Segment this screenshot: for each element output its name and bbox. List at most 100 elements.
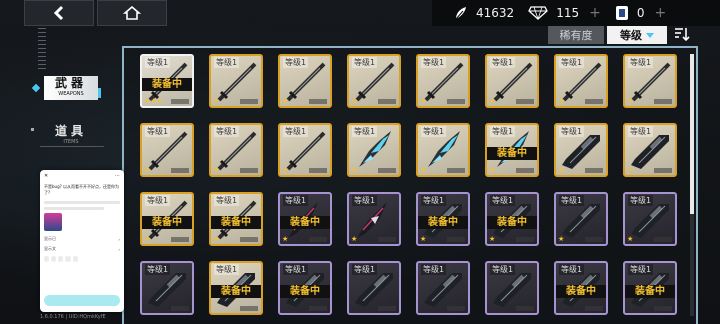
equipped-badge: 装备中 — [418, 216, 468, 229]
weapon-card[interactable]: 等级1 ★ — [278, 54, 332, 108]
weapon-card[interactable]: 等级1 — [416, 261, 470, 315]
weapon-watermark — [447, 306, 465, 311]
weapon-card[interactable]: 等级1 装备中 ★ — [140, 192, 194, 246]
tab-dot — [31, 128, 34, 131]
weapon-card[interactable]: 等级1 装备中 — [278, 261, 332, 315]
weapon-level: 等级1 — [559, 126, 585, 137]
weapon-card[interactable]: 等级1 ★ — [347, 192, 401, 246]
star-rating: ★ — [351, 97, 358, 105]
weapon-level: 等级1 — [421, 126, 447, 137]
weapon-card[interactable]: 等级1 装备中 ★ — [485, 123, 539, 177]
add-ticket-button[interactable]: + — [654, 5, 666, 21]
star-rating: ★ — [420, 97, 427, 105]
popup-footer-row[interactable]: 显示文 › — [40, 244, 124, 254]
weapon-watermark — [309, 168, 327, 173]
sort-rarity-button[interactable]: 稀有度 — [548, 26, 604, 44]
weapon-watermark — [447, 237, 465, 242]
home-icon — [123, 5, 141, 20]
feather-icon — [455, 7, 466, 20]
weapon-card[interactable]: 等级1 装备中 ★ — [485, 192, 539, 246]
weapon-card[interactable]: 等级1 装备中 — [623, 261, 677, 315]
tab-items[interactable]: 道具 ITEMS — [44, 124, 98, 146]
weapon-card[interactable]: 等级1 ★ — [416, 123, 470, 177]
tab-weapons-accent — [98, 88, 101, 98]
popup-option-row[interactable]: 显示已 › — [40, 234, 124, 244]
star-rating: ★ — [213, 235, 220, 243]
popup-footer-label: 显示文 — [44, 246, 56, 251]
popup-image — [44, 213, 62, 231]
tab-weapons-sublabel: WEAPONS — [58, 91, 84, 97]
weapon-card[interactable]: 等级1 装备中 ★★★ — [140, 54, 194, 108]
weapon-card[interactable]: 等级1 ★ — [554, 54, 608, 108]
popup-tag[interactable]: · — [51, 256, 57, 262]
sort-level-button[interactable]: 等级 — [607, 26, 667, 44]
weapon-card[interactable]: 等级1 装备中 ★ — [209, 192, 263, 246]
weapon-level: 等级1 — [283, 126, 309, 137]
scrollbar-thumb[interactable] — [690, 54, 694, 214]
weapon-card[interactable]: 等级1 ★ — [416, 54, 470, 108]
weapon-watermark — [447, 168, 465, 173]
tab-weapons[interactable]: 武器 WEAPONS — [44, 76, 98, 100]
weapon-card[interactable]: 等级1 ★ — [623, 123, 677, 177]
weapon-card[interactable]: 等级1 — [485, 261, 539, 315]
weapon-card[interactable]: 等级1 ★ — [554, 192, 608, 246]
equipped-badge: 装备中 — [487, 216, 537, 229]
weapon-card[interactable]: 等级1 ★ — [209, 54, 263, 108]
weapon-watermark — [240, 306, 258, 311]
weapon-level: 等级1 — [490, 57, 516, 68]
weapon-watermark — [516, 306, 534, 311]
weapon-card[interactable]: 等级1 ★ — [140, 123, 194, 177]
home-button[interactable] — [97, 0, 167, 26]
weapon-card[interactable]: 等级1 ★ — [278, 123, 332, 177]
feedback-popup: ✕ ⋯ 不是bug? 以从而看不开不好点，还是你为了? 显示已 › 显示文 › … — [40, 170, 124, 312]
weapon-level: 等级1 — [145, 126, 171, 137]
weapon-level: 等级1 — [283, 57, 309, 68]
popup-tag[interactable]: · — [72, 256, 78, 262]
weapon-card[interactable]: 等级1 ★ — [554, 123, 608, 177]
back-button[interactable] — [24, 0, 94, 26]
weapon-card[interactable]: 等级1 装备中 ★ — [416, 192, 470, 246]
weapon-watermark — [585, 306, 603, 311]
add-diamond-button[interactable]: + — [589, 5, 601, 21]
weapon-card[interactable]: 等级1 ★ — [623, 192, 677, 246]
chevron-right-icon: › — [118, 236, 120, 242]
weapon-level: 等级1 — [145, 195, 171, 206]
resource-diamond: 115 + — [528, 5, 601, 21]
star-rating: ★ — [282, 166, 289, 174]
resource-feather: 41632 — [454, 6, 514, 20]
dropdown-triangle-icon — [646, 32, 654, 38]
popup-tag[interactable]: · — [44, 256, 50, 262]
star-rating: ★ — [627, 166, 634, 174]
weapon-card[interactable]: 等级1 装备中 — [554, 261, 608, 315]
weapon-card[interactable]: 等级1 装备中 — [209, 261, 263, 315]
weapon-card[interactable]: 等级1 ★ — [347, 123, 401, 177]
star-rating: ★ — [351, 166, 358, 174]
weapon-card[interactable]: 等级1 ★ — [623, 54, 677, 108]
sort-level-label: 等级 — [620, 29, 642, 42]
popup-tag[interactable]: · — [65, 256, 71, 262]
star-rating: ★ — [144, 166, 151, 174]
weapon-card[interactable]: 等级1 ★ — [485, 54, 539, 108]
tab-weapons-label: 武器 — [54, 76, 87, 90]
weapon-watermark — [378, 237, 396, 242]
more-icon[interactable]: ⋯ — [115, 173, 120, 179]
weapon-card[interactable]: 等级1 — [347, 261, 401, 315]
popup-text-line — [44, 207, 104, 210]
weapon-watermark — [516, 237, 534, 242]
weapon-card[interactable]: 等级1 — [140, 261, 194, 315]
tab-items-underline — [40, 146, 104, 147]
weapon-card[interactable]: 等级1 ★ — [347, 54, 401, 108]
popup-submit-button[interactable] — [44, 295, 120, 306]
sort-order-button[interactable] — [672, 24, 692, 44]
decorative-lines — [38, 28, 46, 70]
weapon-watermark — [654, 306, 672, 311]
weapon-card[interactable]: 等级1 ★ — [209, 123, 263, 177]
weapon-level: 等级1 — [214, 195, 240, 206]
weapon-level: 等级1 — [421, 57, 447, 68]
weapon-level: 等级1 — [352, 57, 378, 68]
popup-tag[interactable]: · — [58, 256, 64, 262]
inventory-scrollbar[interactable] — [690, 54, 694, 316]
weapon-card[interactable]: 等级1 装备中 ★ — [278, 192, 332, 246]
close-icon[interactable]: ✕ — [44, 173, 48, 179]
equipped-badge: 装备中 — [556, 285, 606, 298]
